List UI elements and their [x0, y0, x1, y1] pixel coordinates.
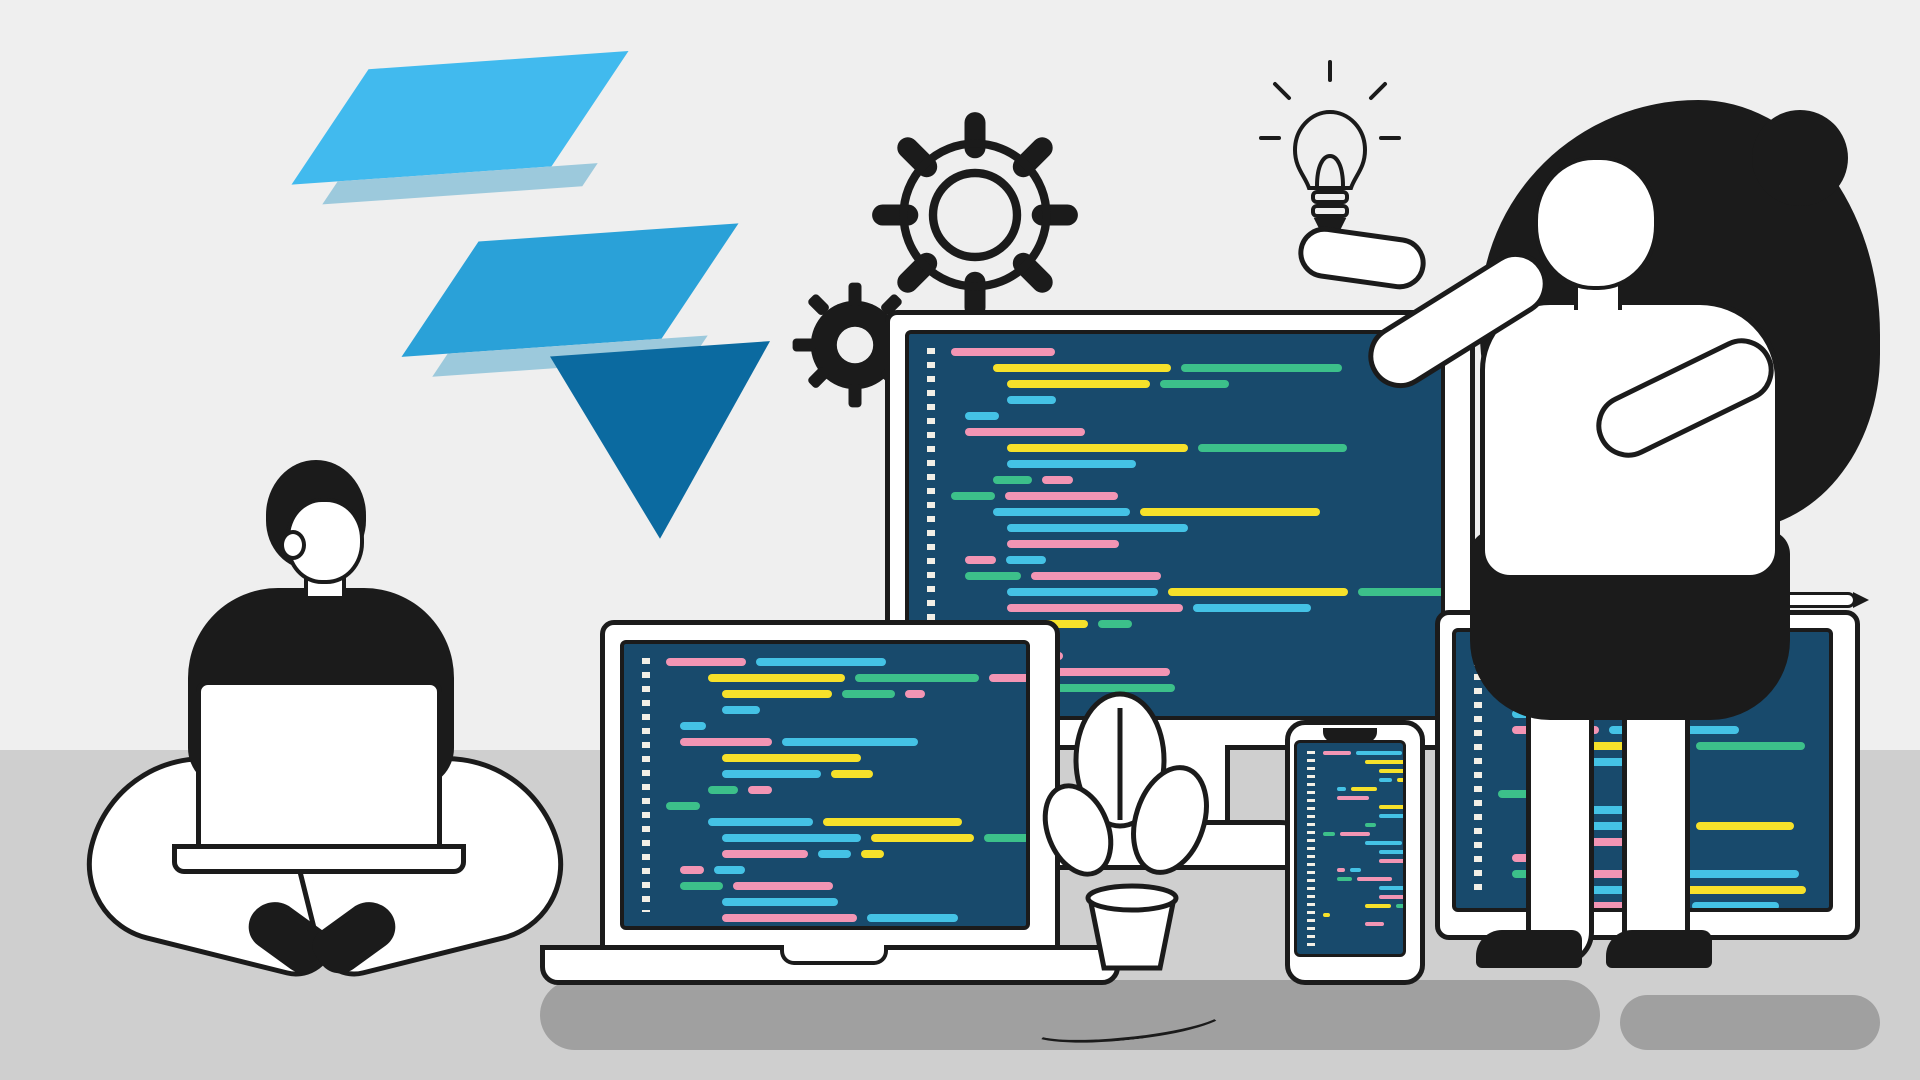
person-seated-man — [80, 460, 560, 1020]
illustration-stage — [0, 0, 1920, 1080]
woman-shadow — [1620, 995, 1880, 1050]
laptop-screen — [620, 640, 1030, 930]
laptop-notch — [780, 945, 888, 965]
man-laptop-icon — [196, 680, 442, 858]
plant-icon — [1030, 690, 1230, 990]
person-standing-woman — [1330, 100, 1890, 960]
